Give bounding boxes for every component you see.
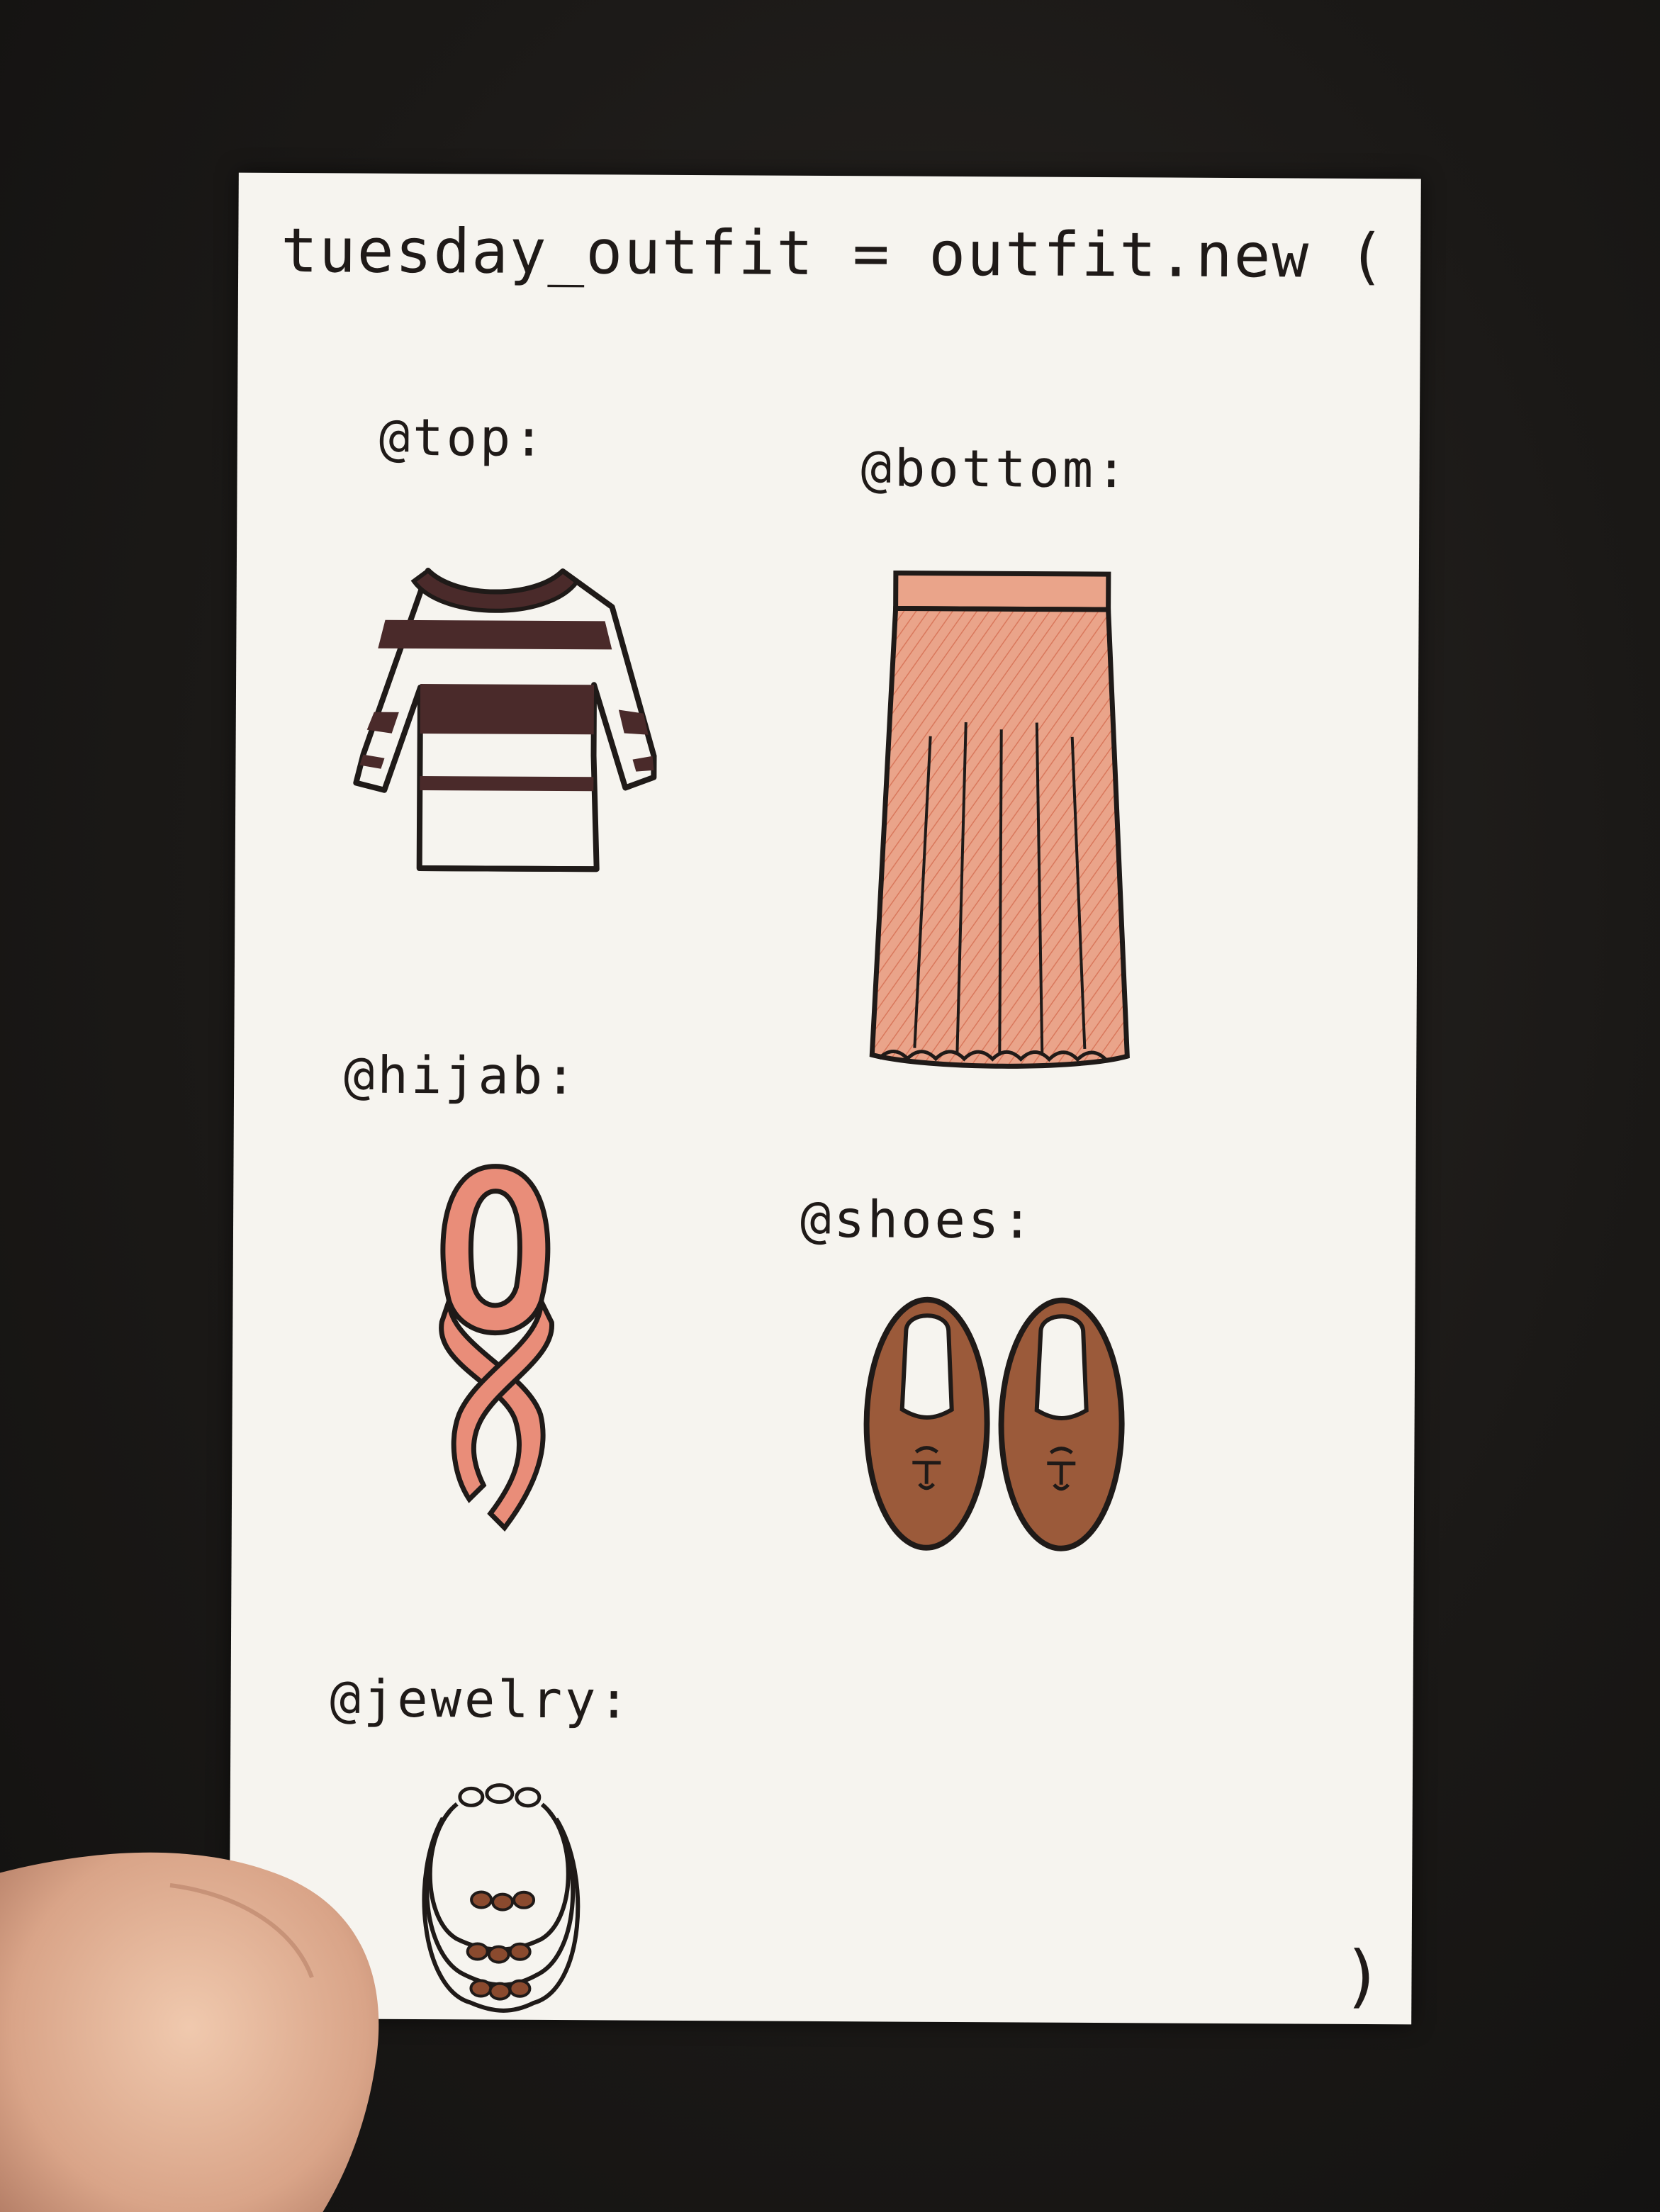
card-title: tuesday_outfit = outfit.new ( [280,215,1387,293]
bottom-label: @bottom: [860,438,1130,500]
jewelry-label: @jewelry: [330,1668,632,1730]
top-label: @top: [378,407,547,468]
shoes-label: @shoes: [800,1189,1036,1250]
hijab-drawing [439,1164,554,1532]
thumb [0,1852,379,2212]
maxi-skirt-drawing [869,570,1130,1069]
striped-sweater-drawing [353,568,657,872]
closing-paren: ) [1342,1936,1384,2016]
shoes-drawing [863,1296,1125,1551]
photo-scene: tuesday_outfit = outfit.new ( @top: @bot… [0,0,1660,2212]
hijab-label: @hijab: [343,1045,579,1106]
index-card: tuesday_outfit = outfit.new ( @top: @bot… [229,172,1421,2025]
